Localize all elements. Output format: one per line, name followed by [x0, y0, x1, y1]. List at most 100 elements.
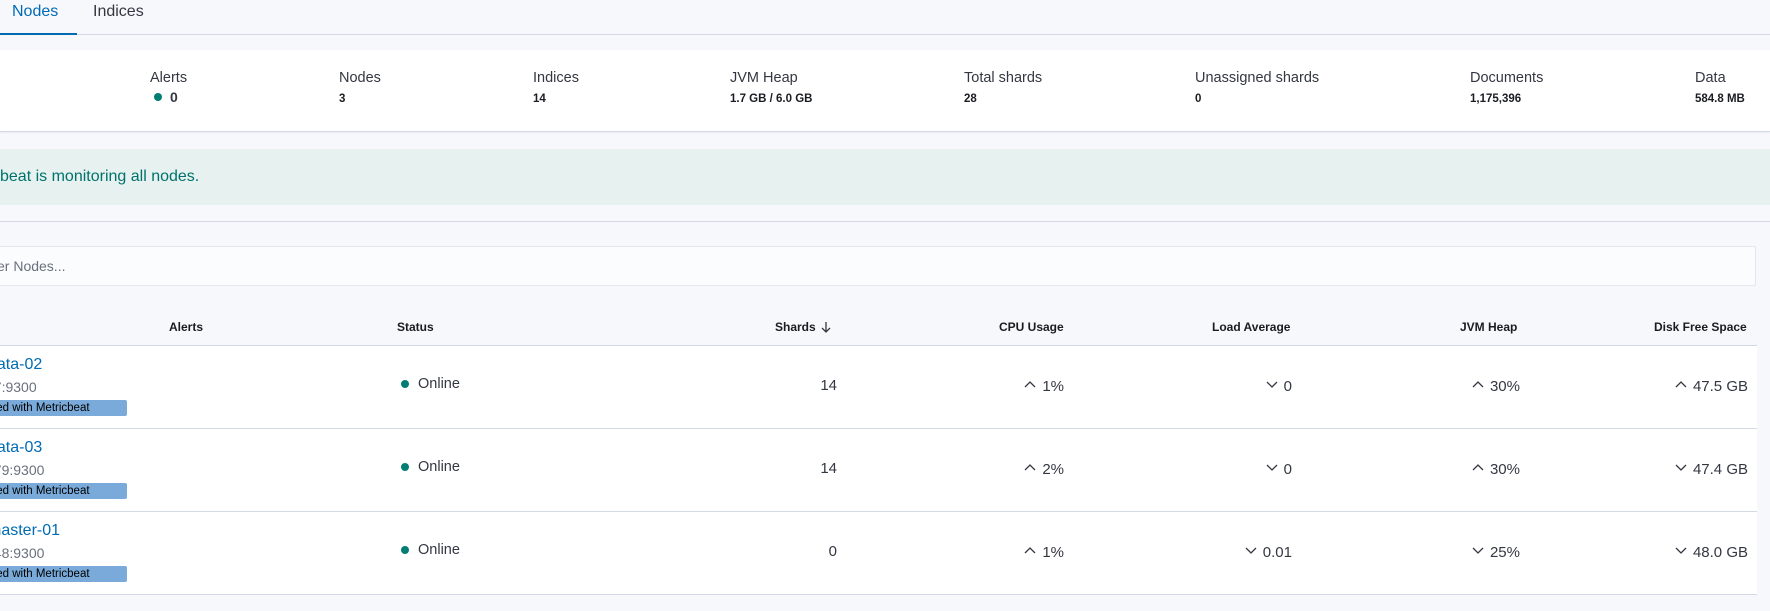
arrow-up-icon: [1023, 377, 1037, 395]
section-divider: [0, 221, 1770, 222]
summary-jvm-heap-label: JVM Heap: [730, 70, 798, 86]
summary-nodes-value: 3: [339, 93, 346, 105]
search-input[interactable]: [0, 247, 1755, 285]
summary-documents-label: Documents: [1470, 70, 1544, 86]
arrow-up-icon: [1674, 377, 1688, 395]
summary-indices-label: Indices: [533, 70, 579, 86]
summary-nodes: Nodes 3: [339, 70, 381, 105]
summary-total-shards-label: Total shards: [964, 70, 1043, 86]
node-disk-value: 47.5 GB: [1692, 377, 1748, 395]
node-status: Online: [401, 542, 460, 558]
table-row: data-02 47:9300 ored with Metricbeat Onl…: [0, 346, 1757, 429]
summary-documents: Documents 1,175,396: [1470, 70, 1543, 105]
summary-alerts-value-wrap: 0: [150, 89, 187, 105]
arrow-up-icon: [1471, 460, 1485, 478]
monitoring-callout: beat is monitoring all nodes.: [0, 149, 1770, 205]
summary-total-shards: Total shards 28: [964, 70, 1042, 105]
online-dot-icon: [401, 546, 409, 554]
node-shards: 14: [820, 460, 837, 477]
node-cpu-value: 1%: [1042, 543, 1064, 561]
node-disk: 47.4 GB: [1674, 460, 1748, 478]
col-cpu[interactable]: CPU Usage: [999, 320, 1064, 334]
summary-total-shards-value: 28: [964, 93, 977, 105]
node-jvm-value: 30%: [1489, 460, 1520, 478]
status-dot-icon: [154, 93, 162, 101]
node-cpu: 1%: [1023, 543, 1064, 561]
summary-alerts-value: 0: [170, 89, 178, 105]
node-jvm-value: 30%: [1489, 377, 1520, 395]
arrow-up-icon: [1023, 543, 1037, 561]
col-disk[interactable]: Disk Free Space: [1654, 320, 1747, 334]
col-shards[interactable]: Shards: [775, 320, 833, 334]
node-cpu-value: 2%: [1042, 460, 1064, 478]
node-shards: 0: [828, 543, 837, 560]
node-jvm: 30%: [1471, 460, 1520, 478]
arrow-down-icon: [1265, 377, 1279, 395]
col-jvm[interactable]: JVM Heap: [1460, 320, 1517, 334]
arrow-down-icon: [1674, 460, 1688, 478]
node-disk: 48.0 GB: [1674, 543, 1748, 561]
node-name-link[interactable]: master-01: [0, 522, 60, 540]
summary-alerts-label: Alerts: [150, 70, 188, 86]
node-cpu: 2%: [1023, 460, 1064, 478]
nodes-table: Alerts Status Shards CPU Usage Load Aver…: [0, 310, 1757, 595]
summary-nodes-label: Nodes: [339, 70, 381, 86]
node-load: 0: [1265, 460, 1292, 478]
summary-data: Data 584.8 MB: [1695, 70, 1745, 105]
node-shards: 14: [820, 377, 837, 394]
col-alerts[interactable]: Alerts: [169, 320, 203, 334]
node-disk-value: 47.4 GB: [1692, 460, 1748, 478]
node-status: Online: [401, 459, 460, 475]
node-jvm: 30%: [1471, 377, 1520, 395]
summary-jvm-heap-value: 1.7 GB / 6.0 GB: [730, 93, 813, 105]
table-header: Alerts Status Shards CPU Usage Load Aver…: [0, 310, 1757, 346]
online-dot-icon: [401, 463, 409, 471]
node-status-text: Online: [418, 542, 460, 558]
node-cpu-value: 1%: [1042, 377, 1064, 395]
col-load[interactable]: Load Average: [1212, 320, 1290, 334]
arrow-up-icon: [1471, 377, 1485, 395]
tab-bar: Nodes Indices: [0, 0, 1770, 35]
node-disk-value: 48.0 GB: [1692, 543, 1748, 561]
node-load: 0: [1265, 377, 1292, 395]
node-address: 148:9300: [0, 545, 45, 561]
node-status: Online: [401, 376, 460, 392]
node-load-value: 0: [1283, 460, 1292, 478]
table-row: data-03 179:9300 ored with Metricbeat On…: [0, 429, 1757, 512]
tab-nodes[interactable]: Nodes: [0, 0, 77, 35]
node-disk: 47.5 GB: [1674, 377, 1748, 395]
summary-data-label: Data: [1695, 70, 1726, 86]
node-address: 179:9300: [0, 462, 45, 478]
node-load-value: 0.01: [1262, 543, 1292, 561]
arrow-down-icon: [1674, 543, 1688, 561]
node-jvm-value: 25%: [1489, 543, 1520, 561]
summary-indices: Indices 14: [533, 70, 579, 105]
table-body: data-02 47:9300 ored with Metricbeat Onl…: [0, 346, 1757, 595]
callout-text: beat is monitoring all nodes.: [0, 168, 200, 185]
sort-arrow-down-icon: [821, 322, 831, 333]
search-field: [0, 246, 1756, 286]
node-status-text: Online: [418, 376, 460, 392]
metricbeat-badge: ored with Metricbeat: [0, 400, 127, 416]
node-name-link[interactable]: data-03: [0, 439, 42, 457]
online-dot-icon: [401, 380, 409, 388]
summary-unassigned-shards: Unassigned shards 0: [1195, 70, 1319, 105]
arrow-down-icon: [1471, 543, 1485, 561]
summary-alerts: Alerts 0: [150, 70, 187, 105]
summary-indices-value: 14: [533, 93, 546, 105]
cluster-summary: Alerts 0 Nodes 3 Indices 14 JVM Heap 1.7…: [0, 50, 1770, 132]
node-cpu: 1%: [1023, 377, 1064, 395]
node-name-link[interactable]: data-02: [0, 356, 42, 374]
tab-indices[interactable]: Indices: [93, 0, 144, 35]
node-load: 0.01: [1244, 543, 1292, 561]
arrow-down-icon: [1265, 460, 1279, 478]
metricbeat-badge: ored with Metricbeat: [0, 483, 127, 499]
col-shards-label: Shards: [775, 320, 816, 334]
node-address: 47:9300: [0, 379, 37, 395]
table-row: master-01 148:9300 ored with Metricbeat …: [0, 512, 1757, 595]
node-status-text: Online: [418, 459, 460, 475]
node-load-value: 0: [1283, 377, 1292, 395]
col-status[interactable]: Status: [397, 320, 434, 334]
summary-unassigned-shards-label: Unassigned shards: [1195, 70, 1320, 86]
node-jvm: 25%: [1471, 543, 1520, 561]
